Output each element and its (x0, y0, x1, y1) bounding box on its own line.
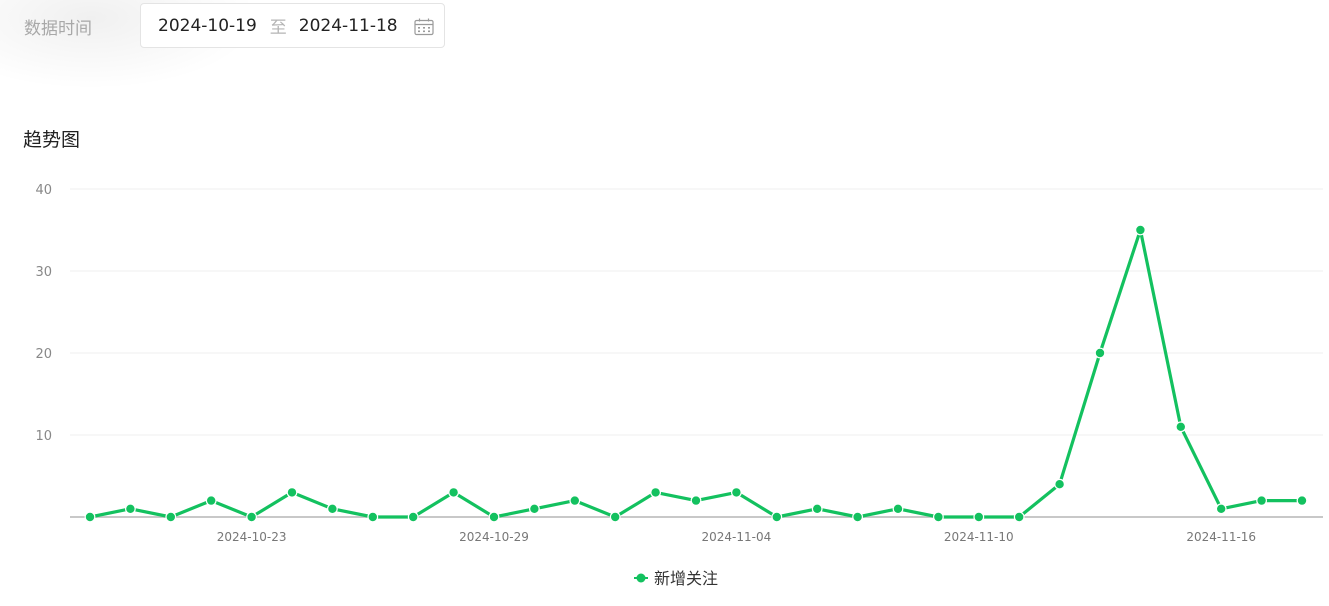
data-point (407, 511, 419, 523)
data-point (124, 503, 136, 515)
data-point (609, 511, 621, 523)
data-point (488, 511, 500, 523)
y-tick-label: 30 (35, 265, 52, 280)
data-point (1134, 224, 1146, 236)
data-point (529, 503, 540, 515)
data-point (1256, 495, 1267, 507)
data-point (367, 511, 379, 523)
data-point (1013, 511, 1025, 523)
data-point (1215, 503, 1227, 515)
x-tick-label: 2024-11-04 (702, 530, 772, 544)
data-point (1296, 495, 1308, 507)
data-point (973, 511, 985, 523)
series-line (88, 228, 1304, 519)
x-tick-label: 2024-11-10 (944, 530, 1014, 544)
trend-line-chart: 10 20 30 40 2024-10-23 2024-10-29 2024-11-04 20… (35, 183, 1323, 588)
y-tick-label: 20 (35, 347, 52, 362)
data-point (892, 503, 904, 515)
data-point (205, 495, 217, 507)
data-point (852, 511, 863, 523)
data-point (448, 487, 460, 498)
y-tick-label: 10 (35, 429, 52, 444)
data-point (569, 495, 581, 507)
data-point (1054, 478, 1065, 490)
data-point (650, 487, 661, 498)
data-point (690, 495, 702, 507)
data-point (1175, 421, 1187, 433)
data-point (811, 503, 823, 515)
x-tick-label: 2024-10-29 (459, 530, 529, 544)
data-point (84, 511, 96, 523)
x-tick-label: 2024-10-23 (217, 530, 287, 544)
y-tick-label: 40 (35, 183, 52, 198)
data-point (246, 511, 258, 523)
data-point (165, 511, 177, 523)
data-point (1094, 347, 1106, 359)
data-point (933, 511, 944, 523)
data-point (771, 511, 783, 523)
legend-label: 新增关注 (654, 569, 718, 588)
data-point (731, 487, 742, 498)
data-point (327, 503, 338, 515)
data-point (286, 487, 298, 498)
x-tick-label: 2024-11-16 (1186, 530, 1256, 544)
legend-marker (636, 573, 646, 583)
